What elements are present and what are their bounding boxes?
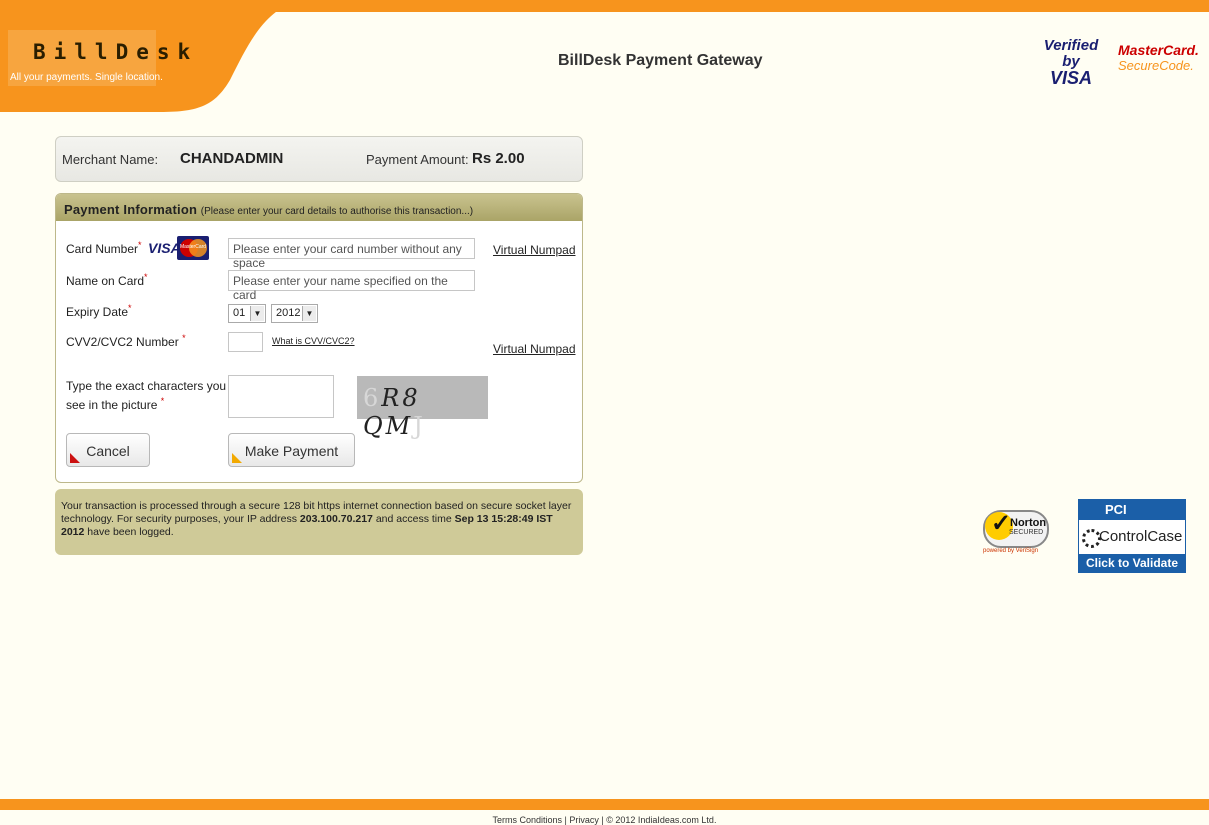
payment-amount-value: Rs 2.00: [472, 150, 525, 167]
name-on-card-label: Name on Card*: [66, 272, 148, 288]
required-mark: *: [144, 272, 148, 282]
norton-secured-badge[interactable]: ✓ Norton SECURED powered by VeriSign: [983, 508, 1049, 560]
pci-top: PCI Compliant: [1079, 500, 1185, 537]
mastercard-icon: MasterCard: [177, 236, 209, 260]
expiry-date-label-text: Expiry Date: [66, 305, 129, 319]
payment-info-heading: Payment Information: [64, 202, 198, 217]
controlcase-icon: [1082, 529, 1101, 548]
visa-card-icon: VISA: [148, 240, 181, 256]
captcha-faint-char: 6: [363, 384, 382, 412]
security-text-2: and access time: [375, 513, 452, 525]
required-mark: *: [182, 333, 186, 343]
captcha-label-line2: see in the picture: [66, 398, 158, 412]
payment-amount-label: Payment Amount:: [366, 152, 469, 167]
card-number-label-text: Card Number: [66, 242, 139, 256]
expiry-month-value: 01: [233, 307, 246, 319]
name-on-card-label-text: Name on Card: [66, 274, 145, 288]
chevron-down-icon: ▼: [250, 306, 264, 321]
cancel-button[interactable]: Cancel: [66, 433, 150, 467]
cvv-label-text: CVV2/CVC2 Number: [66, 335, 179, 349]
vbv-line1: Verified by: [1043, 37, 1099, 70]
cvv-input[interactable]: [228, 332, 263, 352]
cancel-corner-icon: [70, 453, 80, 463]
logo-tagline: All your payments. Single location.: [10, 72, 163, 83]
required-mark: *: [128, 303, 132, 313]
vbv-line2: VISA: [1049, 68, 1092, 88]
payment-information-panel: Payment Information (Please enter your c…: [55, 193, 583, 483]
expiry-year-select[interactable]: 2012 ▼: [271, 304, 318, 323]
virtual-numpad-link-card[interactable]: Virtual Numpad: [493, 243, 576, 257]
billdesk-logo: BillDesk: [33, 40, 199, 64]
what-is-cvv-link[interactable]: What is CVV/CVC2?: [272, 336, 355, 346]
mc-line1: MasterCard.: [1118, 42, 1199, 58]
chevron-down-icon: ▼: [302, 306, 316, 321]
norton-line3: powered by VeriSign: [983, 548, 1039, 554]
cvv-label: CVV2/CVC2 Number *: [66, 333, 186, 349]
mc-line2: SecureCode.: [1118, 58, 1194, 73]
footer-links[interactable]: Terms Conditions | Privacy | © 2012 Indi…: [0, 815, 1209, 825]
page-title: BillDesk Payment Gateway: [558, 52, 763, 69]
required-mark: *: [138, 240, 142, 250]
captcha-label: Type the exact characters you see in the…: [66, 379, 226, 413]
mastercard-securecode-logo: MasterCard. SecureCode.: [1118, 42, 1199, 74]
captcha-label-line1: Type the exact characters you: [66, 379, 227, 393]
pci-mid-text: ControlCase: [1099, 528, 1183, 545]
merchant-name-value: CHANDADMIN: [180, 150, 284, 167]
ip-address: 203.100.70.217: [299, 513, 373, 525]
merchant-info-panel: Merchant Name: CHANDADMIN Payment Amount…: [55, 136, 583, 182]
make-payment-corner-icon: [232, 453, 242, 463]
norton-line1: Norton: [1010, 517, 1047, 529]
cancel-button-label: Cancel: [86, 443, 130, 459]
expiry-month-select[interactable]: 01 ▼: [228, 304, 266, 323]
captcha-image: 6R8 QMJ: [357, 376, 488, 440]
pci-bottom: Click to Validate: [1079, 554, 1185, 572]
payment-info-subheading: (Please enter your card details to autho…: [200, 206, 474, 217]
security-notice: Your transaction is processed through a …: [55, 489, 583, 555]
mastercard-icon-text: MasterCard: [179, 244, 207, 250]
virtual-numpad-link-cvv[interactable]: Virtual Numpad: [493, 342, 576, 356]
footer-orange-bar: [0, 799, 1209, 810]
pci-mid: ControlCase: [1079, 520, 1185, 554]
make-payment-button[interactable]: Make Payment: [228, 433, 355, 467]
card-number-label: Card Number*: [66, 240, 142, 256]
verified-by-visa-logo: Verified by VISA: [1040, 37, 1102, 88]
expiry-date-label: Expiry Date*: [66, 303, 132, 319]
captcha-tail-char: J: [413, 412, 426, 440]
merchant-name-label: Merchant Name:: [62, 152, 159, 167]
make-payment-button-label: Make Payment: [244, 443, 339, 459]
pci-compliant-badge[interactable]: PCI Compliant ControlCase Click to Valid…: [1078, 499, 1186, 573]
name-on-card-input[interactable]: Please enter your name specified on the …: [228, 270, 475, 302]
security-text-3: have been logged.: [87, 526, 174, 538]
captcha-input[interactable]: [228, 375, 334, 418]
expiry-year-value: 2012: [276, 307, 301, 319]
payment-info-header: Payment Information (Please enter your c…: [56, 194, 582, 221]
norton-line2: SECURED: [1009, 529, 1044, 536]
card-number-input[interactable]: Please enter your card number without an…: [228, 238, 475, 270]
required-mark: *: [160, 396, 165, 406]
